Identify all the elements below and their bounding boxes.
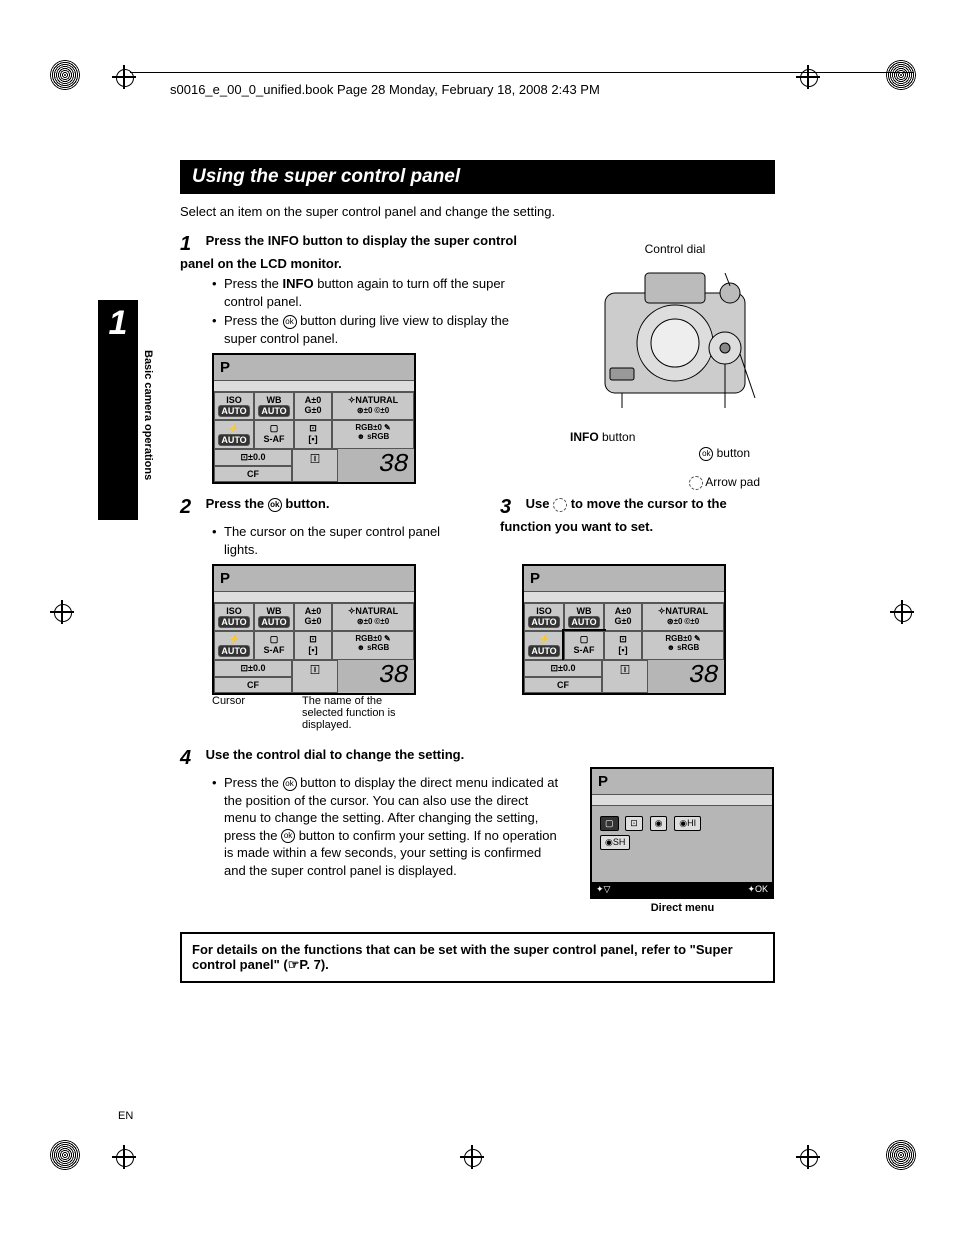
- super-control-panel-screen-cursor: P ISOAUTO WBAUTO A±0G±0 ✧NATURAL⊛±0©±0 ⚡…: [212, 564, 416, 695]
- reference-icon: ☞: [288, 957, 300, 972]
- step-number: 1: [180, 233, 202, 256]
- lcd-ev: ⊡±0.0: [214, 449, 292, 466]
- direct-menu-screen: P ▢ ⊡ ◉ ◉HI ◉SH ✦▽ ✦OK: [590, 767, 774, 899]
- crop-mark: [796, 1145, 820, 1169]
- direct-menu-option: ▢: [600, 816, 619, 831]
- lcd-natural: ✧NATURAL⊛±0©±0: [332, 392, 414, 420]
- registration-mark: [886, 1140, 916, 1170]
- ok-icon: ok: [283, 777, 297, 791]
- section-intro: Select an item on the super control pane…: [180, 204, 775, 219]
- crop-mark: [460, 1145, 484, 1169]
- step-heading: Use to move the cursor to the function y…: [500, 496, 727, 534]
- lcd-iso-selected: ISOAUTO: [214, 603, 254, 631]
- step-number: 2: [180, 496, 202, 519]
- chapter-tab: 1: [98, 300, 138, 520]
- chapter-number: 1: [98, 304, 138, 343]
- lcd-frames-remaining: 38: [338, 449, 414, 482]
- ok-icon: ok: [268, 498, 282, 512]
- section-title: Using the super control panel: [180, 160, 775, 194]
- lcd-drive-selected: ▢S-AF: [564, 631, 604, 660]
- lcd-iso: ISOAUTO: [214, 392, 254, 420]
- registration-mark: [886, 60, 916, 90]
- step-bullet: Press the ok button to display the direc…: [212, 774, 560, 879]
- direct-menu-option: ◉SH: [600, 835, 630, 850]
- step-3: 3 Use to move the cursor to the function…: [500, 496, 775, 695]
- lcd-color: RGB±0✎☻sRGB: [332, 420, 414, 449]
- crop-mark: [796, 65, 820, 89]
- mode-indicator: P: [214, 355, 414, 381]
- function-name-caption: The name of the selected function is dis…: [272, 695, 412, 731]
- cursor-caption: Cursor: [212, 695, 272, 731]
- header-rule: [130, 72, 914, 73]
- direct-menu-option: ⊡: [625, 816, 643, 831]
- direct-menu-ok-icon: ✦OK: [747, 884, 768, 895]
- step-heading: Use the control dial to change the setti…: [206, 747, 465, 762]
- registration-mark: [50, 1140, 80, 1170]
- crop-mark: [890, 600, 914, 624]
- step-number: 4: [180, 747, 202, 770]
- ok-icon: ok: [283, 315, 297, 329]
- step-bullet: The cursor on the super control panel li…: [212, 523, 470, 558]
- step-2: 2 Press the ok button. The cursor on the…: [180, 496, 470, 731]
- step-bullet: Press the ok button during live view to …: [212, 312, 540, 347]
- direct-menu-caption: Direct menu: [590, 902, 775, 914]
- ok-icon: ok: [281, 829, 295, 843]
- registration-mark: [50, 60, 80, 90]
- lcd-wb: WBAUTO: [254, 392, 294, 420]
- arrow-pad-icon: [553, 498, 567, 512]
- super-control-panel-screen: P ISOAUTO WBAUTO A±0G±0 ✧NATURAL⊛±0©±0 ⚡…: [212, 353, 416, 484]
- crop-mark: [50, 600, 74, 624]
- step-bullet: Press the INFO button again to turn off …: [212, 275, 540, 310]
- step-heading: Press the ok button.: [206, 496, 330, 511]
- crop-mark: [112, 65, 136, 89]
- page-footer-lang: EN: [118, 1110, 133, 1122]
- lcd-meter: ⊡[▪]: [294, 420, 332, 449]
- lcd-cf: CF: [214, 466, 292, 482]
- step-4: 4 Use the control dial to change the set…: [180, 747, 560, 879]
- step-1: 1 Press the INFO button to display the s…: [180, 233, 540, 484]
- direct-menu-nav-icon: ✦▽: [596, 884, 610, 895]
- running-header: s0016_e_00_0_unified.book Page 28 Monday…: [170, 82, 600, 97]
- lcd-ag: A±0G±0: [294, 392, 332, 420]
- step-number: 3: [500, 496, 522, 519]
- reference-box: For details on the functions that can be…: [180, 932, 775, 983]
- direct-menu-option: ◉HI: [674, 816, 701, 831]
- step-heading: Press the INFO button to display the sup…: [180, 233, 517, 271]
- crop-mark: [112, 1145, 136, 1169]
- lcd-flash: ⚡AUTO: [214, 420, 254, 449]
- super-control-panel-screen-move: P ISOAUTO WBAUTO A±0G±0 ✧NATURAL⊛±0©±0 ⚡…: [522, 564, 726, 695]
- direct-menu-option: ◉: [650, 816, 668, 831]
- chapter-label: Basic camera operations: [140, 350, 154, 480]
- lcd-drive: ▢S-AF: [254, 420, 294, 449]
- lcd-is: 🄸: [292, 449, 338, 482]
